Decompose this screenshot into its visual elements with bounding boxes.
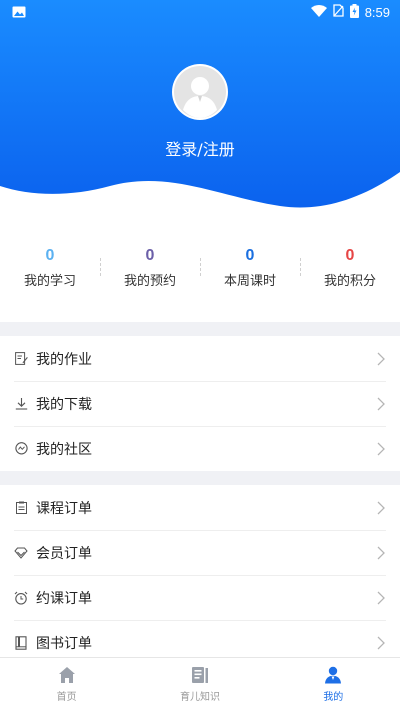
- user-icon: [325, 666, 342, 684]
- tab-label: 我的: [323, 692, 344, 703]
- default-avatar-icon: [174, 66, 226, 118]
- menu-item-course-orders[interactable]: 课程订单: [0, 485, 400, 530]
- stat-my-points[interactable]: 0 我的积分: [300, 238, 400, 298]
- chevron-right-icon: [377, 636, 385, 649]
- tab-label: 育儿知识: [179, 692, 220, 703]
- stat-value: 0: [345, 247, 355, 264]
- no-sim-icon: [333, 4, 344, 20]
- book-icon: [14, 635, 28, 650]
- menu-item-label: 我的社区: [36, 441, 92, 458]
- stat-label: 我的积分: [323, 274, 376, 289]
- avatar[interactable]: [172, 64, 228, 120]
- stat-label: 本周课时: [223, 274, 276, 289]
- menu-group-orders: 课程订单 会员订单 约课订单 图书订单: [0, 485, 400, 665]
- menu-item-homework[interactable]: 我的作业: [0, 336, 400, 381]
- gallery-notification-icon: [12, 3, 26, 22]
- stat-value: 0: [145, 247, 155, 264]
- stat-value: 0: [45, 247, 55, 264]
- course-order-icon: [14, 501, 28, 515]
- tab-label: 首页: [56, 692, 77, 703]
- alarm-clock-icon: [14, 591, 28, 605]
- login-register-link[interactable]: 登录/注册: [0, 136, 400, 160]
- menu-item-label: 图书订单: [36, 635, 92, 652]
- chevron-right-icon: [377, 591, 385, 604]
- chevron-right-icon: [377, 397, 385, 410]
- chevron-right-icon: [377, 546, 385, 559]
- battery-charging-icon: [349, 3, 359, 21]
- menu-item-label: 课程订单: [36, 500, 92, 517]
- stat-weekly-hours[interactable]: 0 本周课时: [200, 238, 300, 298]
- chevron-right-icon: [377, 442, 385, 455]
- chevron-right-icon: [377, 501, 385, 514]
- menu-item-label: 约课订单: [36, 590, 92, 607]
- menu-item-booking-orders[interactable]: 约课订单: [0, 575, 400, 620]
- tab-home[interactable]: 首页: [0, 658, 133, 711]
- chevron-right-icon: [377, 352, 385, 365]
- community-icon: [14, 442, 28, 456]
- menu-item-label: 我的作业: [36, 351, 92, 368]
- status-time: 8:59: [364, 4, 390, 20]
- stats-row: 0 我的学习 0 我的预约 0 本周课时 0 我的积分: [0, 238, 400, 298]
- menu-item-label: 我的下载: [36, 396, 92, 413]
- download-icon: [14, 397, 28, 411]
- bottom-tab-bar: 首页 育儿知识 我的: [0, 657, 400, 711]
- stat-my-appointments[interactable]: 0 我的预约: [100, 238, 200, 298]
- member-order-icon: [14, 546, 28, 560]
- homework-icon: [14, 352, 28, 366]
- menu-item-community[interactable]: 我的社区: [0, 426, 400, 471]
- menu-group-personal: 我的作业 我的下载 我的社区: [0, 336, 400, 471]
- menu-item-member-orders[interactable]: 会员订单: [0, 530, 400, 575]
- status-bar: 8:59: [0, 0, 400, 24]
- section-divider: [0, 471, 400, 485]
- menu-item-downloads[interactable]: 我的下载: [0, 381, 400, 426]
- section-divider: [0, 322, 400, 336]
- wifi-icon: [310, 4, 327, 20]
- menu-item-label: 会员订单: [36, 545, 92, 562]
- stat-label: 我的预约: [123, 274, 176, 289]
- home-icon: [58, 667, 75, 683]
- stat-my-study[interactable]: 0 我的学习: [0, 238, 100, 298]
- article-icon: [191, 667, 208, 683]
- tab-mine[interactable]: 我的: [267, 658, 400, 711]
- tab-parenting-knowledge[interactable]: 育儿知识: [133, 658, 266, 711]
- stat-label: 我的学习: [23, 274, 76, 289]
- profile-header: 8:59 登录/注册: [0, 0, 400, 230]
- stat-value: 0: [245, 247, 255, 264]
